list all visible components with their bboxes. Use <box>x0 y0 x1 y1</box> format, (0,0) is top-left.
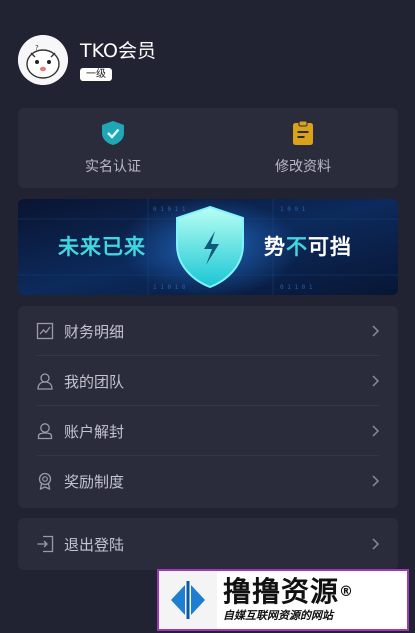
chart-icon <box>36 322 54 340</box>
quick-actions: 实名认证 修改资料 <box>18 108 398 188</box>
menu-item-rewards[interactable]: 奖励制度 <box>18 456 398 506</box>
svg-text:1 1 0 1 0: 1 1 0 1 0 <box>153 284 186 291</box>
level-badge: 一级 <box>80 67 112 81</box>
verify-identity-label: 实名认证 <box>85 159 141 175</box>
promo-banner[interactable]: 0 1 0 1 1 1 0 0 1 1 1 0 1 0 0 1 1 0 1 未来已来… <box>18 199 398 295</box>
edit-profile-button[interactable]: 修改资料 <box>208 108 398 188</box>
banner-right-text: 势不可挡 <box>264 235 352 259</box>
chevron-right-icon <box>372 475 380 487</box>
svg-text:1 0 0 1: 1 0 0 1 <box>280 206 306 213</box>
logout-icon <box>37 535 54 553</box>
chevron-right-icon <box>372 325 380 337</box>
svg-text:0 1 1 0 1: 0 1 1 0 1 <box>280 284 313 291</box>
menu-item-label: 财务明细 <box>64 322 125 341</box>
watermark: 撸撸资源® 自媒互联网资源的网站 <box>157 569 409 631</box>
clipboard-icon <box>293 120 313 145</box>
medal-icon <box>38 472 52 490</box>
watermark-subtitle: 自媒互联网资源的网站 <box>223 609 333 622</box>
chevron-right-icon <box>372 375 380 387</box>
banner-left-text: 未来已来 <box>58 235 146 259</box>
menu-item-label: 我的团队 <box>64 372 125 391</box>
edit-profile-label: 修改资料 <box>275 159 331 175</box>
menu-item-finance[interactable]: 财务明细 <box>18 306 398 356</box>
logout-label: 退出登陆 <box>64 535 125 554</box>
watermark-logo-icon <box>159 571 217 629</box>
avatar[interactable]: ? <box>18 35 68 85</box>
user-unlock-icon <box>37 423 53 440</box>
chevron-right-icon <box>372 538 380 550</box>
chevron-right-icon <box>372 425 380 437</box>
profile-header: ? TKO会员 一级 <box>18 34 156 86</box>
menu-item-label: 账户解封 <box>64 422 125 441</box>
menu-item-unlock[interactable]: 账户解封 <box>18 406 398 456</box>
menu-list: 财务明细 我的团队 账户解封 奖励制度 <box>18 306 398 508</box>
logout-button[interactable]: 退出登陆 <box>18 518 398 570</box>
svg-text:0 1 0 1 1: 0 1 0 1 1 <box>153 206 186 213</box>
username: TKO会员 <box>80 39 156 62</box>
logout-card: 退出登陆 <box>18 518 398 570</box>
menu-item-label: 奖励制度 <box>64 472 125 491</box>
watermark-title: 撸撸资源 <box>223 575 340 608</box>
verify-identity-button[interactable]: 实名认证 <box>18 108 208 188</box>
shield-check-icon <box>102 121 124 145</box>
team-icon <box>37 373 53 390</box>
watermark-registered: ® <box>339 584 355 600</box>
svg-text:?: ? <box>35 44 39 52</box>
menu-item-team[interactable]: 我的团队 <box>18 356 398 406</box>
